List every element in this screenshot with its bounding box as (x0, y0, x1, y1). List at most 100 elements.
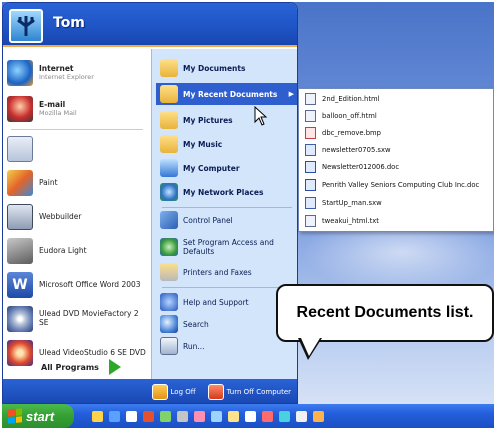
logoff-button[interactable]: Log Off (151, 384, 196, 400)
quick-launch-app-icon[interactable] (262, 410, 273, 422)
paint-icon (7, 170, 33, 196)
notepad-icon (7, 136, 33, 162)
search-icon (160, 315, 178, 333)
doc-file-icon (305, 161, 316, 173)
place-my-recent-documents[interactable]: My Recent Documents ▶ (156, 83, 297, 105)
html-file-icon (305, 110, 316, 122)
eudora-icon (7, 238, 33, 264)
recent-program-word[interactable]: W Microsoft Office Word 2003 (7, 267, 149, 303)
program-access-icon (160, 238, 178, 256)
all-programs-button[interactable]: All Programs (41, 359, 121, 375)
all-programs-arrow-icon (108, 359, 121, 375)
recent-program-label: Webbuilder (39, 211, 82, 221)
callout-tail-inner (301, 338, 320, 356)
start-menu: Tom Internet Internet Explorer E-mail Mozi… (2, 2, 298, 404)
pinned-internet[interactable]: Internet Internet Explorer (7, 55, 149, 91)
recent-document-item[interactable]: Penrith Valley Seniors Computing Club In… (305, 177, 479, 193)
pinned-email[interactable]: E-mail Mozilla Mail (7, 91, 149, 127)
place-label: Control Panel (183, 215, 233, 225)
recent-document-label: Newsletter012006.doc (322, 163, 400, 171)
all-programs-label: All Programs (41, 362, 99, 372)
printers-icon (160, 263, 178, 281)
place-my-network-places[interactable]: My Network Places (160, 181, 297, 203)
recent-program-label: Eudora Light (39, 245, 87, 255)
recent-program-notepad[interactable] (7, 131, 149, 167)
quick-launch-app-icon[interactable] (160, 410, 171, 422)
place-control-panel[interactable]: Control Panel (160, 209, 297, 231)
start-button[interactable]: start (2, 404, 74, 428)
quick-launch-app-icon[interactable] (194, 410, 205, 422)
quick-launch-ie-icon[interactable] (109, 410, 120, 422)
quick-launch-app-icon[interactable] (211, 410, 222, 422)
turn-off-button[interactable]: Turn Off Computer (207, 384, 291, 400)
quick-launch-media-icon[interactable] (143, 410, 154, 422)
quick-launch-app-icon[interactable] (245, 410, 256, 422)
recent-document-item[interactable]: newsletter0705.sxw (305, 142, 391, 158)
place-label: My Pictures (183, 115, 233, 125)
mozilla-mail-icon (7, 96, 33, 122)
quick-launch-desktop-icon[interactable] (126, 410, 137, 422)
recent-program-paint[interactable]: Paint (7, 165, 149, 201)
quick-launch-app-icon[interactable] (313, 410, 324, 422)
programs-pane: Internet Internet Explorer E-mail Mozilla … (3, 49, 151, 379)
place-label: Set Program Access and Defaults (183, 238, 274, 256)
txt-file-icon (305, 215, 316, 227)
quick-launch-app-icon[interactable] (279, 410, 290, 422)
network-places-icon (160, 183, 178, 201)
control-panel-icon (160, 211, 178, 229)
place-label: My Network Places (183, 187, 264, 197)
recent-program-label: Ulead VideoStudio 6 SE DVD (39, 347, 146, 357)
html-file-icon (305, 93, 316, 105)
recent-document-item[interactable]: Newsletter012006.doc (305, 159, 399, 175)
videostudio-icon (7, 340, 33, 366)
place-my-documents[interactable]: My Documents (160, 57, 297, 79)
recent-documents-submenu: 2nd_Edition.html balloon_off.html dbc_re… (298, 88, 494, 232)
place-label: My Computer (183, 163, 240, 173)
help-icon (160, 293, 178, 311)
place-label: My Documents (183, 63, 246, 73)
recent-document-item[interactable]: StartUp_man.sxw (305, 195, 382, 211)
recent-document-label: newsletter0705.sxw (322, 146, 391, 154)
place-label: Search (183, 319, 209, 329)
bmp-file-icon (305, 127, 316, 139)
recent-document-item[interactable]: 2nd_Edition.html (305, 91, 380, 107)
recent-document-label: 2nd_Edition.html (322, 95, 380, 103)
place-my-music[interactable]: My Music (160, 133, 297, 155)
recent-program-dvd-moviefactory[interactable]: Ulead DVD MovieFactory 2 SE (7, 301, 149, 337)
run-icon (160, 337, 178, 355)
windows-logo-icon (8, 408, 22, 424)
pinned-internet-subtitle: Internet Explorer (39, 72, 94, 81)
place-printers-faxes[interactable]: Printers and Faxes (160, 261, 297, 283)
quick-launch-folder-icon[interactable] (92, 410, 103, 422)
sxw-file-icon (305, 197, 316, 209)
user-name: Tom (53, 15, 85, 31)
pinned-internet-title: Internet (39, 63, 74, 73)
my-pictures-icon (160, 111, 178, 129)
recent-program-webbuilder[interactable]: Webbuilder (7, 199, 149, 235)
power-icon (207, 384, 224, 400)
recent-program-eudora[interactable]: Eudora Light (7, 233, 149, 269)
place-label: Run... (183, 341, 205, 351)
quick-launch-app-icon[interactable] (177, 410, 188, 422)
start-label: start (26, 408, 55, 424)
quick-launch-app-icon[interactable] (228, 410, 239, 422)
dvd-moviefactory-icon (7, 306, 33, 332)
quick-launch-app-icon[interactable] (296, 410, 307, 422)
user-avatar-icon[interactable] (9, 9, 43, 43)
pinned-separator (11, 129, 143, 130)
recent-document-label: Penrith Valley Seniors Computing Club In… (322, 181, 480, 189)
recent-document-item[interactable]: dbc_remove.bmp (305, 125, 381, 141)
recent-document-label: StartUp_man.sxw (322, 199, 382, 207)
place-my-pictures[interactable]: My Pictures (160, 109, 297, 131)
pinned-email-title: E-mail (39, 99, 66, 109)
place-my-computer[interactable]: My Computer (160, 157, 297, 179)
recent-document-item[interactable]: balloon_off.html (305, 108, 377, 124)
internet-explorer-icon (7, 60, 33, 86)
callout-box: Recent Documents list. (276, 284, 494, 342)
place-program-access[interactable]: Set Program Access and Defaults (160, 233, 297, 261)
recent-program-label: Microsoft Office Word 2003 (39, 279, 141, 289)
recent-document-label: tweakui_html.txt (322, 217, 379, 225)
screenshot-frame: Tom Internet Internet Explorer E-mail Mozi… (2, 2, 494, 428)
places-separator (162, 287, 292, 288)
recent-document-item[interactable]: tweakui_html.txt (305, 213, 379, 229)
